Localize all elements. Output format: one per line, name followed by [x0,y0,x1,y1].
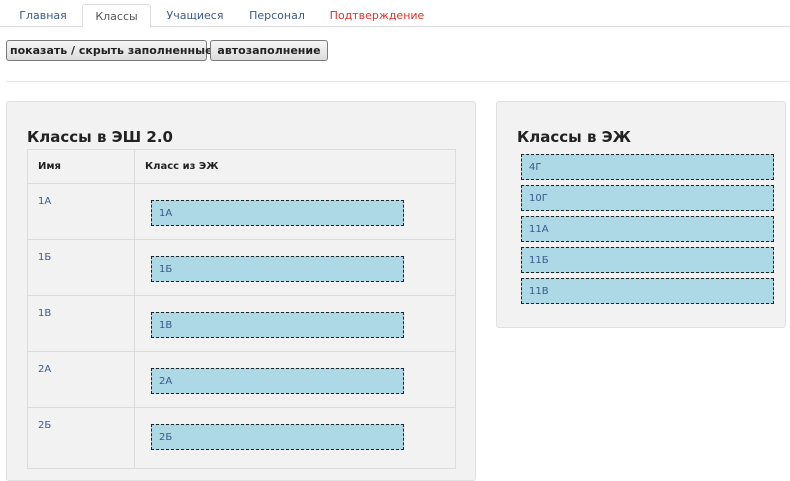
esh-panel-title: Классы в ЭШ 2.0 [27,128,173,146]
ej-class-dropzone[interactable]: 2Б [151,424,404,450]
tab-main[interactable]: Главная [11,4,75,27]
ej-class-item[interactable]: 4Г [521,154,774,180]
ej-class-dropzone[interactable]: 1А [151,200,404,226]
autofill-button[interactable]: автозаполнение [210,40,328,61]
tab-classes[interactable]: Классы [82,4,151,28]
table-row: 1В 1В [28,296,457,352]
esh-classes-table: Имя Класс из ЭЖ 1А 1А 1Б 1Б 1В 1В 2А 2А … [27,149,456,469]
table-row: 2Б 2Б [28,408,457,464]
tab-students[interactable]: Учащиеся [160,4,230,27]
ej-class-item[interactable]: 10Г [521,185,774,211]
table-row: 2А 2А [28,352,457,408]
tab-staff[interactable]: Персонал [244,4,310,27]
table-row: 1Б 1Б [28,240,457,296]
ej-class-dropzone[interactable]: 1В [151,312,404,338]
ej-class-item[interactable]: 11А [521,216,774,242]
tab-confirmation[interactable]: Подтверждение [328,4,426,27]
ej-class-item[interactable]: 11В [521,278,774,304]
toggle-filled-button[interactable]: показать / скрыть заполненные [6,40,213,61]
ej-classes-panel: Классы в ЭЖ 4Г 10Г 11А 11Б 11В [496,101,786,328]
ej-class-item[interactable]: 11Б [521,247,774,273]
ej-class-dropzone[interactable]: 1Б [151,256,404,282]
table-row: 1А 1А [28,184,457,240]
ej-panel-title: Классы в ЭЖ [517,128,632,146]
divider [6,81,790,82]
row-class-name: 1В [38,308,52,319]
row-class-name: 2Б [38,420,52,431]
ej-class-dropzone[interactable]: 2А [151,368,404,394]
column-header-ej-class: Класс из ЭЖ [145,161,219,172]
column-header-name: Имя [38,161,61,172]
row-class-name: 2А [38,364,52,375]
row-class-name: 1А [38,196,52,207]
tab-bar: Главная Классы Учащиеся Персонал Подтвер… [0,0,790,28]
row-class-name: 1Б [38,252,52,263]
